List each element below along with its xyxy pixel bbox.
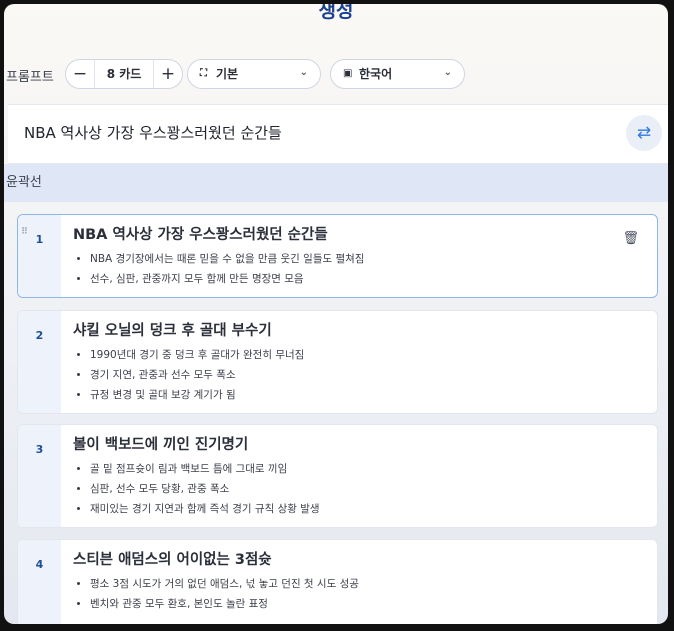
outline-card[interactable]: 3 볼이 백보드에 끼인 진기명기 골 밑 점프슛이 림과 백보드 틈에 그대로… xyxy=(17,424,658,528)
card-title[interactable]: 샤킬 오닐의 덩크 후 골대 부수기 xyxy=(73,319,617,340)
regenerate-button[interactable]: ⇄ xyxy=(626,115,662,151)
bullet-item[interactable]: 평소 3점 시도가 거의 없던 애덤스, 넋 놓고 던진 첫 시도 성공 xyxy=(90,577,617,591)
card-number: 2 xyxy=(18,311,61,413)
outline-card[interactable]: 4 스티븐 애덤스의 어이없는 3점슛 평소 3점 시도가 거의 없던 애덤스,… xyxy=(17,539,658,624)
outline-card[interactable]: 2 샤킬 오닐의 덩크 후 골대 부수기 1990년대 경기 중 덩크 후 골대… xyxy=(17,310,658,414)
card-bullets: NBA 경기장에서는 때론 믿을 수 없을 만큼 웃긴 일들도 펼쳐짐 선수, … xyxy=(73,252,617,286)
decrease-button[interactable]: − xyxy=(66,60,94,88)
card-number-text: 4 xyxy=(35,558,44,571)
prompt-text[interactable]: NBA 역사상 가장 우스꽝스러웠던 순간들 xyxy=(24,122,282,143)
card-body: 스티븐 애덤스의 어이없는 3점슛 평소 3점 시도가 거의 없던 애덤스, 넋… xyxy=(73,548,617,617)
language-dropdown[interactable]: ▣ 한국어 ⌄ xyxy=(330,59,465,89)
drag-handle-icon[interactable]: ⠿ xyxy=(21,227,28,237)
card-number-text: 3 xyxy=(35,443,44,456)
card-bullets: 평소 3점 시도가 거의 없던 애덤스, 넋 놓고 던진 첫 시도 성공 벤치와… xyxy=(73,577,617,611)
frame-icon: ⛶ xyxy=(200,68,207,79)
card-bullets: 골 밑 점프슛이 림과 백보드 틈에 그대로 끼임 심판, 선수 모두 당황, … xyxy=(73,462,617,516)
bullet-item[interactable]: 벤치와 관중 모두 환호, 본인도 놀란 표정 xyxy=(90,597,617,611)
page-title: 생성 xyxy=(318,4,354,22)
card-count-value: 8 카드 xyxy=(94,60,154,88)
bullet-item[interactable]: 규정 변경 및 골대 보강 계기가 됨 xyxy=(90,388,617,402)
card-title[interactable]: NBA 역사상 가장 우스꽝스러웠던 순간들 xyxy=(73,223,617,244)
trash-icon[interactable]: 🗑 xyxy=(622,231,639,246)
card-title[interactable]: 스티븐 애덤스의 어이없는 3점슛 xyxy=(73,548,617,569)
outline-header: 윤곽선 xyxy=(4,164,668,202)
prompt-box[interactable]: NBA 역사상 가장 우스꽝스러웠던 순간들 ⇄ xyxy=(8,104,668,164)
card-number: 3 xyxy=(18,425,61,527)
card-count-stepper: − 8 카드 + xyxy=(65,59,183,89)
refresh-icon: ⇄ xyxy=(636,123,652,143)
language-icon: ▣ xyxy=(343,68,353,79)
card-body: 볼이 백보드에 끼인 진기명기 골 밑 점프슛이 림과 백보드 틈에 그대로 끼… xyxy=(73,433,617,522)
prompt-label: 프롬프트 xyxy=(6,70,54,85)
outline-label: 윤곽선 xyxy=(6,175,42,190)
theme-dropdown-value: 기본 xyxy=(216,67,239,81)
theme-dropdown[interactable]: ⛶ 기본 ⌄ xyxy=(187,59,321,89)
chevron-down-icon: ⌄ xyxy=(299,67,308,78)
chevron-down-icon: ⌄ xyxy=(443,67,452,78)
increase-button[interactable]: + xyxy=(154,60,182,88)
card-title[interactable]: 볼이 백보드에 끼인 진기명기 xyxy=(73,433,617,454)
outline-card[interactable]: ⠿ 1 NBA 역사상 가장 우스꽝스러웠던 순간들 NBA 경기장에서는 때론… xyxy=(17,214,658,298)
card-number: ⠿ 1 xyxy=(18,215,61,297)
card-bullets: 1990년대 경기 중 덩크 후 골대가 완전히 무너짐 경기 지연, 관중과 … xyxy=(73,348,617,402)
card-number: 4 xyxy=(18,540,61,624)
card-number-text: 2 xyxy=(35,329,44,342)
language-dropdown-value: 한국어 xyxy=(359,67,393,81)
bullet-item[interactable]: 골 밑 점프슛이 림과 백보드 틈에 그대로 끼임 xyxy=(90,462,617,476)
bullet-item[interactable]: 경기 지연, 관중과 선수 모두 폭소 xyxy=(90,368,617,382)
bullet-item[interactable]: 선수, 심판, 관중까지 모두 함께 만든 명장면 모음 xyxy=(90,272,617,286)
card-number-text: 1 xyxy=(35,233,44,246)
card-body: NBA 역사상 가장 우스꽝스러웠던 순간들 NBA 경기장에서는 때론 믿을 … xyxy=(73,223,617,292)
generation-toolbar: 프롬프트 − 8 카드 + ⛶ 기본 ⌄ ▣ 한국어 ⌄ xyxy=(4,59,668,91)
app-frame: 생성 프롬프트 − 8 카드 + ⛶ 기본 ⌄ ▣ 한국어 ⌄ NBA 역사상 … xyxy=(4,4,668,624)
card-body: 샤킬 오닐의 덩크 후 골대 부수기 1990년대 경기 중 덩크 후 골대가 … xyxy=(73,319,617,408)
bullet-item[interactable]: 심판, 선수 모두 당황, 관중 폭소 xyxy=(90,482,617,496)
bullet-item[interactable]: 1990년대 경기 중 덩크 후 골대가 완전히 무너짐 xyxy=(90,348,617,362)
bullet-item[interactable]: 재미있는 경기 지연과 함께 즉석 경기 규칙 상황 발생 xyxy=(90,502,617,516)
bullet-item[interactable]: NBA 경기장에서는 때론 믿을 수 없을 만큼 웃긴 일들도 펼쳐짐 xyxy=(90,252,617,266)
